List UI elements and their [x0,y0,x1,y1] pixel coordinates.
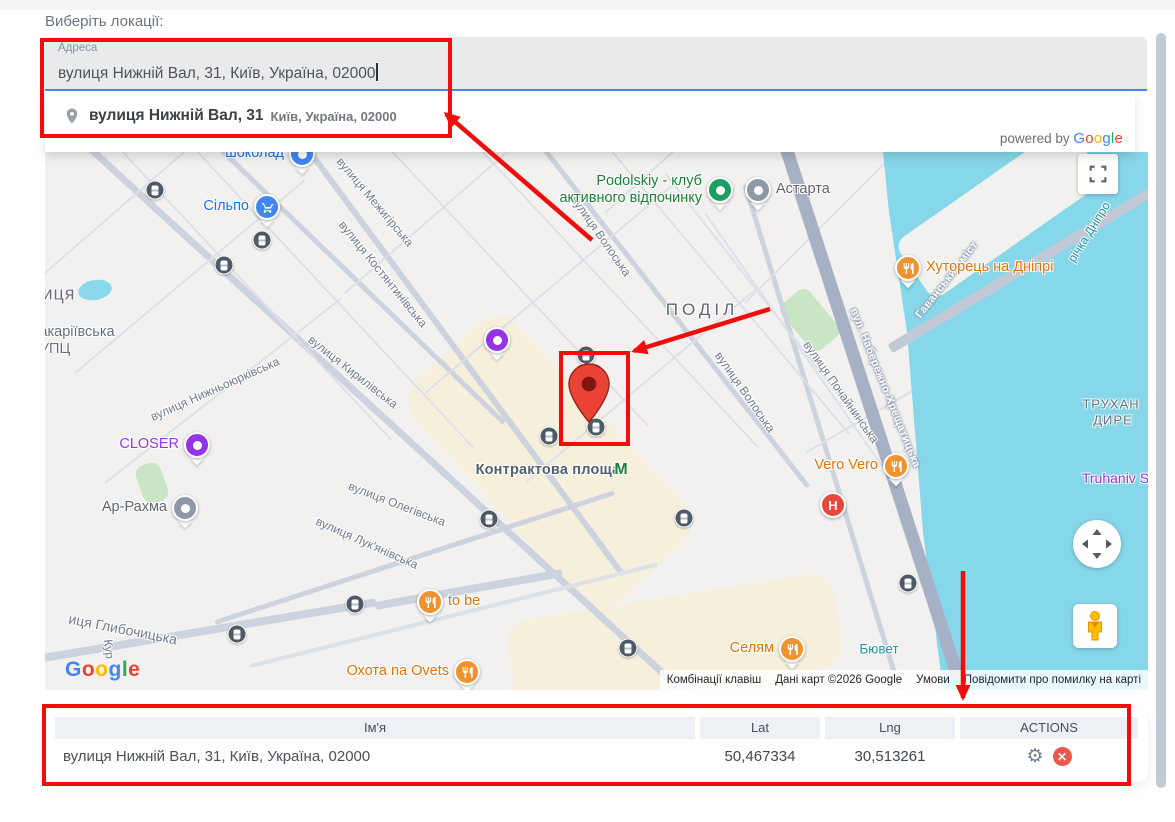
page-title: Виберіть локації: [45,13,163,30]
map-label-упц: УПЦ [45,341,70,357]
attribution-link-умови[interactable]: Умови [909,670,957,690]
table-header-row: Ім'я Lat Lng ACTIONS [55,717,1138,739]
orange-marker-icon [895,255,921,281]
tram-stop-icon [619,639,638,658]
hospital-marker-icon: H [820,492,846,518]
tram-stop-icon [675,509,694,528]
attribution-link-дані-карт-2026-google[interactable]: Дані карт ©2026 Google [768,670,909,690]
tram-stop-icon [540,427,559,446]
tram-stop-icon [228,625,247,644]
column-header-lng: Lng [825,717,955,739]
poi-label-сільпо: Сільпо [203,198,249,215]
green-marker-icon [707,177,733,203]
pan-arrows-icon [1073,520,1121,568]
powered-by-google: powered by Google [1000,130,1123,147]
pan-control[interactable] [1073,520,1121,568]
orange-marker-icon [779,636,805,662]
suggestion-secondary-text: Київ, Україна, 02000 [271,109,397,124]
map-label-иця: иця [45,284,76,305]
settings-gear-button[interactable]: ⚙ [1026,747,1043,766]
poi-label-шоколад: шоколад [225,152,284,162]
suggestion-main-text: вулиця Нижній Вал, 31 [89,107,264,125]
poi-label-ар-рахма: Ар-Рахма [102,499,167,516]
map-label-дире: ДИРЕ [1093,413,1133,428]
orange-marker-icon [417,589,443,615]
purple-marker-icon [484,327,510,353]
latitude-cell: 50,467334 [700,748,820,765]
map-label-м: М [614,461,627,479]
map-label-кур: Кур [101,639,117,660]
locations-table-card: Ім'я Lat Lng ACTIONS вулиця Нижній Вал, … [45,710,1148,782]
map-label-акаріївська: акаріївська [45,324,115,340]
pegman-icon [1085,611,1105,641]
autocomplete-dropdown: вулиця Нижній Вал, 31 Київ, Україна, 020… [45,93,1135,152]
column-header-name: Ім'я [55,717,695,739]
attribution-bar: Комбінації клавішДані карт ©2026 GoogleУ… [45,670,1148,690]
map-label-контрактова-площа: Контрактова площа [476,462,621,478]
tram-stop-icon [146,181,165,200]
column-header-actions: ACTIONS [960,717,1138,739]
poi-label-to-be: to be [448,593,480,610]
fullscreen-icon [1089,165,1107,183]
attribution-link-повідомити-про-помилку-на-карті[interactable]: Повідомити про помилку на карті [957,670,1148,690]
selected-location-pin[interactable] [568,363,610,428]
map-canvas[interactable]: Google Комбінації клавішДані карт ©2026 … [45,152,1148,690]
map-label-truhaniv-si: Truhaniv Si [1082,470,1148,486]
tram-stop-icon [253,231,272,250]
delete-location-button[interactable]: ✕ [1053,747,1072,766]
pegman-control[interactable] [1073,604,1117,648]
fullscreen-button[interactable] [1078,154,1118,194]
poi-label-podolskiy-клуб-активного-відпочинку: Podolskiy - клуб активного відпочинку [559,173,702,206]
location-pin-icon [63,107,81,125]
scrollbar[interactable] [1156,33,1166,788]
map-label-трухан: ТРУХАН [1082,397,1139,412]
page-top-strip [0,0,1175,10]
map-label-вулиця-нижньоюрківська: вулиця Нижньоюрківська [148,354,281,424]
tram-stop-icon [899,574,918,593]
table-row: вулиця Нижній Вал, 31, Київ, Україна, 02… [55,747,1138,766]
tram-stop-icon [215,256,234,275]
column-header-lat: Lat [700,717,820,739]
location-name-cell: вулиця Нижній Вал, 31, Київ, Україна, 02… [55,748,695,765]
suggestion-item[interactable]: вулиця Нижній Вал, 31 Київ, Україна, 020… [45,101,397,131]
address-field[interactable]: Адреса вулиця Нижній Вал, 31, Київ, Укра… [45,37,1147,91]
poi-label-астарта: Астарта [776,181,830,198]
tram-stop-icon [346,595,365,614]
address-field-value: вулиця Нижній Вал, 31, Київ, Україна, 02… [58,63,378,83]
map-label-вулиця-олегівська: вулиця Олегівська [346,479,447,529]
google-logo: Google [1073,130,1123,147]
slate-marker-icon [172,495,198,521]
map-area-pond [77,277,114,303]
slate-marker-icon [745,177,771,203]
orange-marker-icon [883,453,909,479]
tram-stop-icon [480,510,499,529]
actions-cell: ⚙ ✕ [960,747,1138,766]
longitude-cell: 30,513261 [825,748,955,765]
tram-stop-icon [577,346,596,365]
map-label-вулиця-волоська: вулиця Волоська [712,349,778,435]
text-caret [376,63,378,81]
poi-label-vero-vero: Vero Vero [814,457,878,474]
map-label-вулиця-лук-янівська: вулиця Лук'янівська [314,514,420,572]
map-label-бювет: Бювет [859,642,898,657]
purple-marker-icon [184,432,210,458]
poi-label-closer: CLOSER [119,436,179,453]
blue-marker-icon [254,194,280,220]
poi-label-хуторець-на-дніпрі: Хуторець на Дніпрі [926,259,1053,276]
map-label-поділ: ПОДІЛ [666,300,738,320]
poi-label-селям: Селям [730,640,774,657]
address-field-label: Адреса [58,42,97,54]
attribution-link-комбінації-клавіш[interactable]: Комбінації клавіш [660,670,768,690]
blue-marker-icon [289,152,315,167]
